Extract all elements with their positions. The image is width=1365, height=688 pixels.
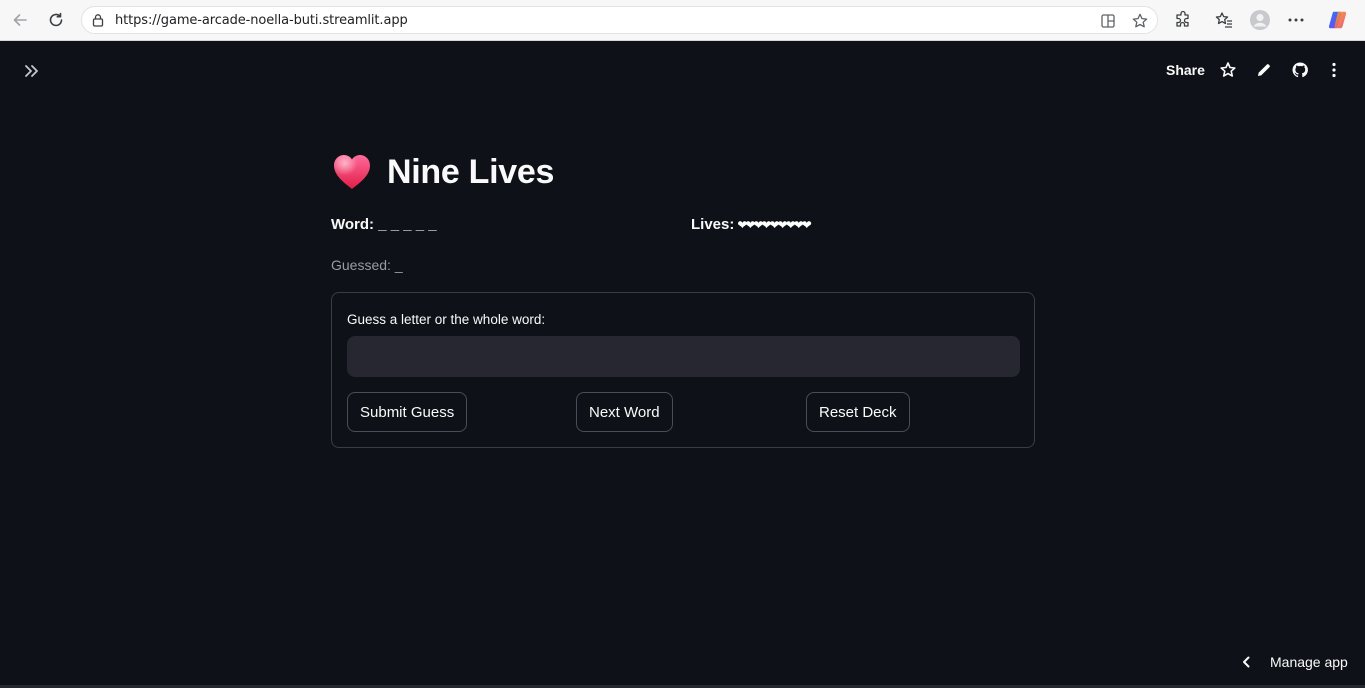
profile-icon[interactable]	[1249, 9, 1271, 31]
lives-hearts: ❤❤❤❤❤❤❤❤❤	[737, 217, 811, 232]
edit-pencil-icon[interactable]	[1255, 61, 1273, 79]
main-menu-icon[interactable]	[1325, 61, 1343, 79]
word-display: Word: _ _ _ _ _	[331, 216, 437, 233]
expand-sidebar-icon[interactable]	[22, 61, 42, 81]
lives-label: Lives:	[691, 216, 735, 233]
submit-guess-button[interactable]: Submit Guess	[347, 392, 468, 432]
word-value: _ _ _ _ _	[378, 216, 437, 233]
guess-input[interactable]	[347, 336, 1020, 377]
refresh-icon[interactable]	[44, 8, 68, 32]
browser-toolbar: https://game-arcade-noella-buti.streamli…	[0, 0, 1365, 41]
more-icon[interactable]	[1285, 9, 1307, 31]
manage-app-label: Manage app	[1270, 654, 1348, 670]
heart-icon	[334, 155, 370, 189]
split-screen-icon[interactable]	[1099, 12, 1117, 30]
extensions-icon[interactable]	[1172, 9, 1194, 31]
address-bar[interactable]: https://game-arcade-noella-buti.streamli…	[81, 6, 1158, 34]
url-text[interactable]: https://game-arcade-noella-buti.streamli…	[115, 13, 408, 28]
share-button[interactable]: Share	[1166, 62, 1205, 78]
next-word-button[interactable]: Next Word	[576, 392, 673, 432]
page-title: Nine Lives	[331, 152, 554, 192]
star-icon[interactable]	[1219, 61, 1237, 79]
lock-icon[interactable]	[91, 13, 105, 27]
favorite-star-icon[interactable]	[1131, 12, 1149, 30]
lives-display: Lives: ❤❤❤❤❤❤❤❤❤	[691, 216, 812, 233]
copilot-icon[interactable]	[1327, 9, 1349, 31]
favorites-list-icon[interactable]	[1213, 9, 1235, 31]
guess-input-label: Guess a letter or the whole word:	[347, 312, 546, 327]
guess-form: Guess a letter or the whole word: Submit…	[331, 292, 1035, 448]
word-label: Word:	[331, 216, 375, 233]
github-icon[interactable]	[1291, 61, 1309, 79]
title-text: Nine Lives	[387, 152, 555, 191]
manage-app-button[interactable]: Manage app	[1240, 654, 1348, 670]
chevron-left-icon	[1243, 656, 1250, 668]
back-icon[interactable]	[8, 8, 32, 32]
reset-deck-button[interactable]: Reset Deck	[806, 392, 910, 432]
guessed-letters: Guessed: _	[331, 257, 403, 273]
